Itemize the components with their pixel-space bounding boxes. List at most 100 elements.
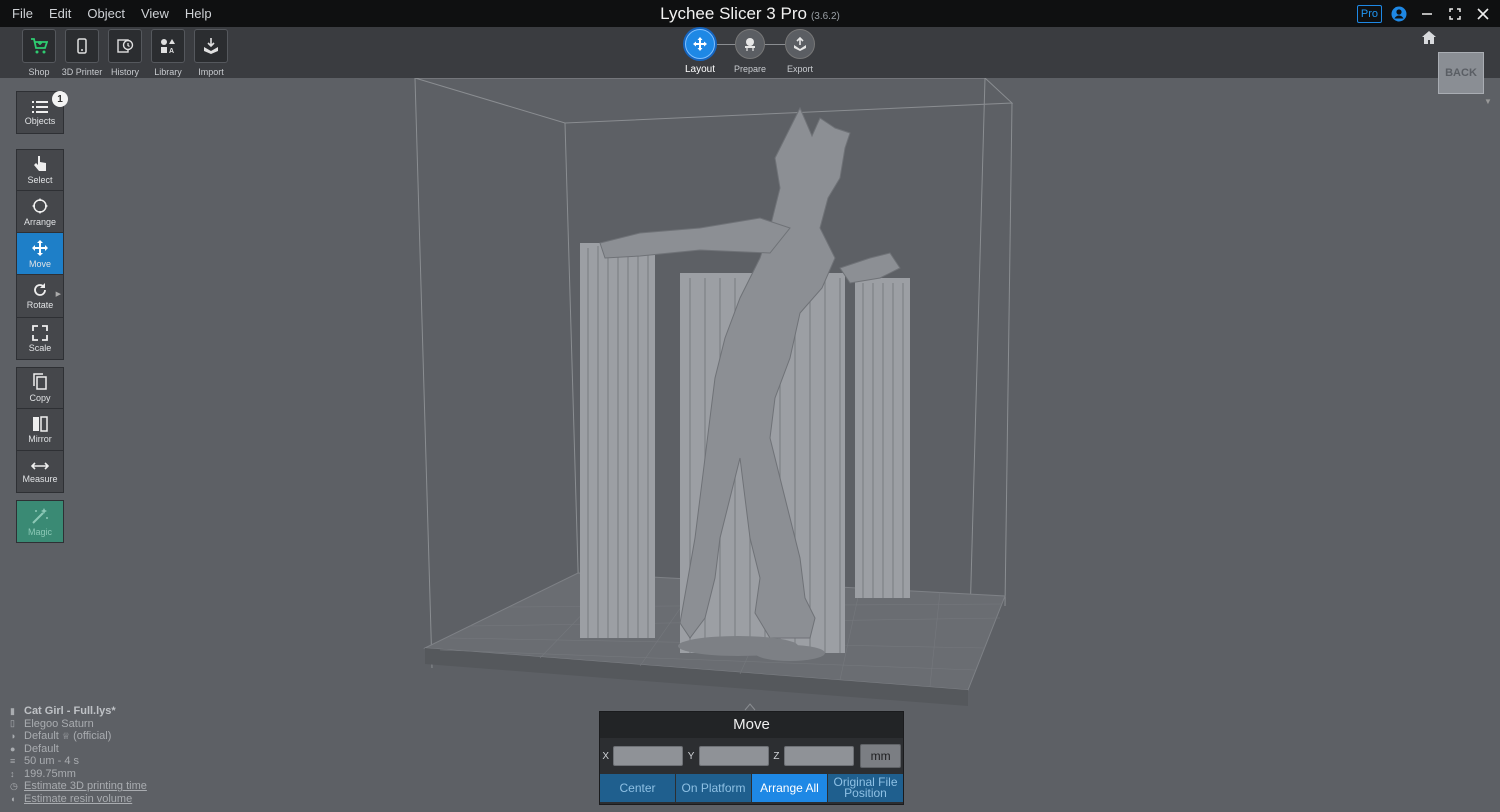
menu-edit[interactable]: Edit <box>41 0 79 27</box>
3d-viewport[interactable] <box>0 78 1500 712</box>
copy-icon <box>33 373 47 390</box>
mirror-tool[interactable]: Mirror <box>16 408 64 451</box>
scale-tool[interactable]: Scale <box>16 317 64 360</box>
unit-selector[interactable]: mm <box>860 744 901 768</box>
original-position-button[interactable]: Original File Position <box>828 774 903 802</box>
menu-file[interactable]: File <box>4 0 41 27</box>
arrange-tool[interactable]: Arrange <box>16 190 64 233</box>
profile-suffix: (official) <box>73 730 112 743</box>
info-printer: ▯ Elegoo Saturn <box>10 718 147 731</box>
magic-wand-icon <box>32 507 48 524</box>
info-layers: ≡ 50 um - 4 s <box>10 755 147 768</box>
arrange-icon <box>32 197 48 214</box>
import-button[interactable]: Import <box>193 29 229 77</box>
step-connector <box>765 44 785 45</box>
workflow-steps: Layout Prepare Export <box>684 29 824 77</box>
resin-name: Default <box>24 742 59 755</box>
move-icon <box>32 239 48 256</box>
app-name: Lychee Slicer 3 Pro <box>660 4 807 23</box>
magic-label: Magic <box>27 526 52 537</box>
objects-count-badge: 1 <box>52 91 68 107</box>
y-axis-label: Y <box>687 750 695 762</box>
mirror-icon <box>33 415 48 432</box>
supports-icon <box>745 38 755 51</box>
y-input[interactable] <box>698 746 769 766</box>
step-layout[interactable]: Layout <box>685 29 715 75</box>
import-icon <box>204 38 218 54</box>
center-button[interactable]: Center <box>600 774 676 802</box>
step-prepare[interactable]: Prepare <box>734 29 766 74</box>
model-height: 199.75mm <box>24 767 76 780</box>
pointer-hand-icon <box>34 156 46 171</box>
measure-tool[interactable]: Measure <box>16 450 64 493</box>
rotate-submenu-icon[interactable]: ▶ <box>56 290 61 298</box>
export-icon <box>794 36 806 51</box>
account-icon[interactable] <box>1388 3 1410 25</box>
info-estimate-time: ◷ Estimate 3D printing time <box>10 780 147 793</box>
copy-label: Copy <box>29 393 51 403</box>
history-icon <box>117 39 134 53</box>
shop-button[interactable]: Shop <box>21 29 57 77</box>
step-export[interactable]: Export <box>785 29 815 74</box>
layers-icon: ≡ <box>10 756 16 767</box>
close-icon[interactable] <box>1472 3 1494 25</box>
history-button[interactable]: History <box>107 29 143 77</box>
drop-icon: ◖ <box>10 793 16 804</box>
info-estimate-resin: ◖ Estimate resin volume <box>10 793 147 806</box>
x-input[interactable] <box>613 746 684 766</box>
official-icon: ♕ <box>61 730 70 741</box>
cart-icon <box>31 38 48 54</box>
window-controls: Pro <box>1356 0 1494 27</box>
copy-tool[interactable]: Copy <box>16 367 64 409</box>
move-panel: Move X Y Z mm Center On Platform Arrange… <box>599 711 904 805</box>
estimate-resin-link[interactable]: Estimate resin volume <box>24 793 132 805</box>
scale-icon <box>32 324 48 341</box>
printer-name: Elegoo Saturn <box>24 717 94 730</box>
info-resin: ● Default <box>10 743 147 756</box>
menu-help[interactable]: Help <box>177 0 220 27</box>
step-layout-label: Layout <box>684 64 716 75</box>
info-file: ▮ Cat Girl - Full.lys* <box>10 705 147 718</box>
project-info: ▮ Cat Girl - Full.lys* ▯ Elegoo Saturn ◑ De… <box>10 705 147 805</box>
info-height: ↕ 199.75mm <box>10 768 147 781</box>
list-icon <box>32 100 48 113</box>
menu-view[interactable]: View <box>133 0 177 27</box>
move-tool[interactable]: Move <box>16 232 64 275</box>
magic-tool[interactable]: Magic <box>16 500 64 543</box>
measure-icon <box>31 461 49 470</box>
move-actions: Center On Platform Arrange All Original … <box>600 774 903 802</box>
library-icon: A <box>161 39 175 55</box>
title-bar: File Edit Object View Help Lychee Slicer… <box>0 0 1500 27</box>
x-axis-label: X <box>602 750 610 762</box>
main-toolbar: Shop 3D Printer History A Library Import… <box>0 27 1500 78</box>
position-marker <box>744 703 756 711</box>
printer-small-icon: ▯ <box>10 718 15 729</box>
import-label: Import <box>198 67 224 77</box>
minimize-icon[interactable] <box>1416 3 1438 25</box>
scale-label: Scale <box>28 342 52 353</box>
arrange-all-button[interactable]: Arrange All <box>752 774 828 802</box>
printer-icon <box>77 38 87 54</box>
profile-name: Default <box>24 730 59 743</box>
home-icon[interactable] <box>1421 30 1437 50</box>
estimate-time-link[interactable]: Estimate 3D printing time <box>24 780 147 792</box>
arrange-label: Arrange <box>23 216 57 227</box>
on-platform-button[interactable]: On Platform <box>676 774 752 802</box>
app-title: Lychee Slicer 3 Pro (3.6.2) <box>0 0 1500 30</box>
rotate-tool[interactable]: Rotate ▶ <box>16 274 64 318</box>
pro-badge[interactable]: Pro <box>1356 4 1382 23</box>
move-label: Move <box>28 258 51 269</box>
library-button[interactable]: A Library <box>150 29 186 77</box>
profile-icon: ◑ <box>10 731 16 742</box>
z-axis-label: Z <box>773 750 780 762</box>
objects-label: Objects <box>24 115 56 126</box>
z-input[interactable] <box>784 746 855 766</box>
file-name: Cat Girl - Full.lys* <box>24 705 116 718</box>
layer-settings: 50 um - 4 s <box>24 755 80 768</box>
maximize-icon[interactable] <box>1444 3 1466 25</box>
svg-text:A: A <box>169 48 174 55</box>
menu-object[interactable]: Object <box>79 0 133 27</box>
mirror-label: Mirror <box>28 433 52 444</box>
select-tool[interactable]: Select <box>16 149 64 191</box>
printer-button[interactable]: 3D Printer <box>62 29 102 77</box>
